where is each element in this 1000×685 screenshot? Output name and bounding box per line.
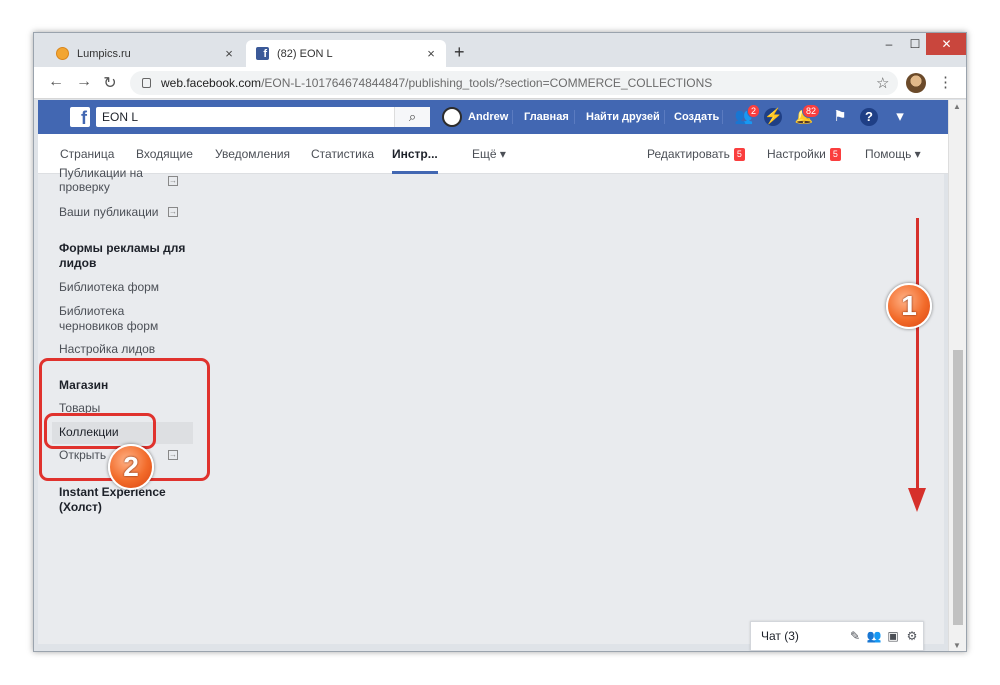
settings-badge: 5 (829, 148, 841, 161)
settings-gear-icon[interactable]: ⚙ (904, 629, 920, 643)
video-call-icon[interactable]: ▣ (885, 629, 901, 643)
bookmark-star-icon[interactable]: ☆ (876, 74, 889, 92)
annotation-arrow-head (908, 488, 926, 512)
help-button[interactable]: Помощь ▾ (865, 147, 921, 161)
external-link-icon: → (168, 176, 178, 186)
reload-button[interactable]: ↻ (100, 73, 120, 93)
close-window-button[interactable]: ✕ (926, 33, 966, 55)
page-roles-icon[interactable]: ⚑ (830, 108, 850, 126)
sidebar-item-leads-setup[interactable]: Настройка лидов (59, 342, 155, 357)
tab-inbox[interactable]: Входящие (136, 147, 193, 161)
sidebar-heading-lead-forms: Формы рекламы для (59, 241, 186, 255)
divider (722, 110, 723, 124)
group-icon[interactable]: 👥 (866, 629, 882, 643)
sidebar-item-forms-library[interactable]: Библиотека форм (59, 280, 159, 295)
scroll-down-icon[interactable]: ▼ (953, 641, 961, 650)
edit-page-button[interactable]: Редактировать 5 (647, 147, 745, 161)
edit-badge: 5 (733, 148, 745, 161)
tab-notifications[interactable]: Уведомления (215, 147, 290, 161)
tab-title: Lumpics.ru (77, 47, 131, 60)
friend-requests-icon[interactable]: 👥 2 (734, 104, 760, 126)
sidebar-item-pending-posts[interactable]: Публикации на (59, 166, 143, 181)
close-tab-icon[interactable]: × (424, 46, 438, 61)
nav-find-friends[interactable]: Найти друзей (586, 111, 660, 123)
annotation-box-collections (44, 413, 156, 449)
lumpics-favicon-icon (56, 47, 69, 60)
nav-create[interactable]: Создать (674, 111, 719, 123)
external-link-icon: → (168, 207, 178, 217)
tab-facebook[interactable]: f (82) EON L × (246, 40, 446, 67)
tab-publishing-tools[interactable]: Инстр... (392, 147, 438, 174)
new-tab-button[interactable]: + (454, 42, 465, 63)
sidebar-heading-lead-forms-2: лидов (59, 256, 97, 270)
new-message-icon[interactable]: ✎ (847, 629, 863, 643)
back-button[interactable]: ← (46, 73, 66, 91)
lock-icon (142, 78, 151, 88)
browser-toolbar: ← → ↻ web.facebook.com/EON-L-10176467484… (34, 67, 966, 99)
annotation-number-two: 2 (108, 444, 154, 490)
settings-button[interactable]: Настройки 5 (767, 147, 841, 161)
tab-lumpics[interactable]: Lumpics.ru × (46, 40, 244, 67)
search-input[interactable]: EON L (96, 110, 394, 124)
scroll-up-icon[interactable]: ▲ (953, 102, 961, 111)
sidebar-item-drafts-library-2[interactable]: черновиков форм (59, 319, 158, 334)
nav-home[interactable]: Главная (524, 111, 569, 123)
forward-button[interactable]: → (74, 73, 94, 91)
profile-avatar[interactable] (906, 73, 926, 93)
divider (574, 110, 575, 124)
sidebar-item-drafts-library[interactable]: Библиотека (59, 304, 124, 319)
tab-more[interactable]: Ещё ▾ (472, 147, 506, 161)
messenger-icon[interactable]: ⚡ (764, 108, 783, 126)
chat-bar[interactable]: Чат (3) ✎ 👥 ▣ ⚙ (750, 621, 924, 651)
settings-label: Настройки (767, 147, 826, 161)
friend-requests-badge: 2 (746, 104, 760, 118)
address-bar[interactable]: web.facebook.com/EON-L-101764674844847/p… (130, 71, 898, 95)
sidebar-heading-instant-experience: Instant Experience (59, 485, 166, 499)
facebook-favicon-icon: f (256, 47, 269, 60)
tab-insights[interactable]: Статистика (311, 147, 374, 161)
notifications-badge: 82 (801, 104, 820, 118)
tab-title: (82) EON L (277, 47, 333, 60)
main-content-area (228, 174, 944, 644)
user-name: Andrew (468, 111, 509, 123)
facebook-header: f EON L ⌕ Andrew Главная Найти друзей Со… (38, 100, 948, 134)
divider (664, 110, 665, 124)
sidebar-item-pending-posts-2[interactable]: проверку (59, 180, 110, 195)
close-tab-icon[interactable]: × (222, 46, 236, 61)
page-tabs: Страница Входящие Уведомления Статистика… (38, 134, 948, 174)
search-icon[interactable]: ⌕ (394, 107, 430, 127)
tab-strip: Lumpics.ru × f (82) EON L × + ‒ ☐ ✕ (34, 33, 966, 67)
sidebar-heading-instant-experience-2: (Холст) (59, 500, 102, 514)
chat-label[interactable]: Чат (3) (761, 629, 847, 643)
page-scrollbar[interactable]: ▲ ▼ (948, 100, 966, 651)
help-icon[interactable]: ? (860, 108, 878, 126)
user-avatar (442, 107, 462, 127)
annotation-number-one: 1 (886, 283, 932, 329)
url-host: web.facebook.com (161, 76, 262, 90)
sidebar-item-your-posts[interactable]: Ваши публикации (59, 205, 158, 220)
facebook-search[interactable]: EON L ⌕ (96, 107, 430, 127)
facebook-logo-icon[interactable]: f (70, 107, 90, 128)
browser-window: Lumpics.ru × f (82) EON L × + ‒ ☐ ✕ ← → … (33, 32, 967, 652)
tab-page[interactable]: Страница (60, 147, 114, 161)
annotation-scroll-arrow (916, 218, 919, 490)
account-dropdown-icon[interactable]: ▾ (890, 108, 910, 126)
browser-menu-icon[interactable]: ⋮ (938, 73, 953, 91)
edit-page-label: Редактировать (647, 147, 730, 161)
notifications-icon[interactable]: 🔔82 (794, 104, 820, 126)
url-path: /EON-L-101764674844847/publishing_tools/… (261, 76, 713, 90)
divider (512, 110, 513, 124)
scrollbar-thumb[interactable] (953, 350, 963, 625)
user-profile-link[interactable]: Andrew (442, 107, 508, 127)
